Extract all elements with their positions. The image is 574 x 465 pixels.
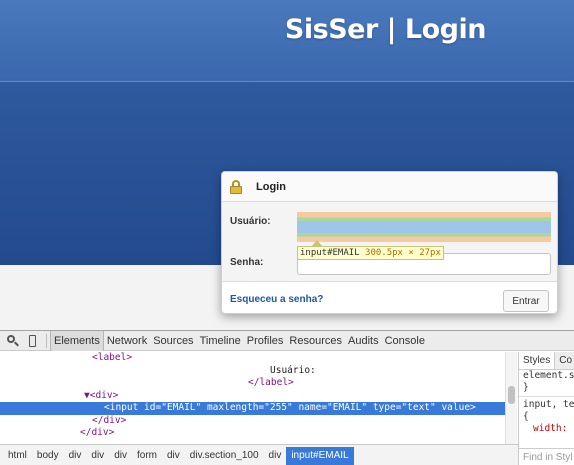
breadcrumb-item[interactable]: div (86, 447, 109, 465)
lock-icon (229, 179, 243, 194)
login-card-header: Login (222, 172, 557, 202)
dom-node[interactable]: </label> (0, 377, 505, 390)
breadcrumb-item[interactable]: div (162, 447, 185, 465)
toolbar-divider (46, 333, 47, 348)
dom-node[interactable]: ▼<div> (0, 390, 505, 403)
styles-tabs: Styles Co (519, 352, 574, 370)
breadcrumb-item[interactable]: div.section_100 (185, 447, 264, 465)
tab-sources[interactable]: Sources (150, 331, 196, 351)
dom-node[interactable]: Usuário: (0, 365, 505, 378)
tab-resources[interactable]: Resources (286, 331, 345, 351)
breadcrumb-item[interactable]: div (64, 447, 87, 465)
enter-button[interactable]: Entrar (503, 290, 549, 312)
style-rule-selector: input, te (523, 399, 574, 410)
device-mode-icon[interactable] (26, 334, 40, 348)
tab-audits[interactable]: Audits (345, 331, 382, 351)
inspect-tooltip: input#EMAIL 300.5px × 27px (297, 246, 444, 260)
inspect-element-icon[interactable] (6, 334, 20, 348)
styles-filter-input[interactable]: Find in Styl (519, 448, 574, 465)
scrollbar-thumb[interactable] (508, 386, 515, 404)
tab-console[interactable]: Console (382, 331, 428, 351)
devtools-toolbar: Elements Network Sources Timeline Profil… (0, 330, 574, 351)
breadcrumb-item[interactable]: div (264, 447, 287, 465)
login-card: Login Usuário: Senha: Esqueceu a senha? … (221, 171, 558, 314)
email-label: Usuário: (230, 216, 271, 227)
styles-pane: Styles Co element.s } input, te { width:… (518, 352, 574, 465)
dom-node-selected[interactable]: <input id="EMAIL" maxlength="255" name="… (0, 402, 505, 415)
breadcrumb: html body div div div form div div.secti… (0, 444, 518, 465)
devtools-panel: Elements Network Sources Timeline Profil… (0, 330, 574, 465)
tab-elements[interactable]: Elements (50, 330, 104, 351)
forgot-password-link[interactable]: Esqueceu a senha? (230, 294, 323, 305)
email-field[interactable] (297, 212, 551, 242)
style-rule-selector: element.s (523, 370, 574, 381)
breadcrumb-item-active[interactable]: input#EMAIL (286, 446, 354, 465)
style-rule-open: { (523, 411, 529, 422)
tab-styles[interactable]: Styles (519, 352, 556, 369)
style-rule-close: } (523, 382, 529, 393)
inspect-tooltip-selector: input#EMAIL (300, 248, 360, 258)
password-label: Senha: (230, 257, 264, 268)
dom-node[interactable]: </div> (0, 427, 505, 440)
style-rule-divider (519, 396, 574, 397)
dom-text-node: Usuário: (270, 364, 316, 376)
breadcrumb-item[interactable]: html (3, 447, 32, 465)
page-viewport: SisSer | Login Login Usuário: Senha: Esq… (0, 0, 574, 330)
login-card-title: Login (256, 180, 286, 193)
login-form: Usuário: Senha: (222, 202, 557, 282)
dom-tree: <label> Usuário: </label> ▼<div> <input … (0, 352, 505, 444)
page-title: SisSer | Login (284, 14, 487, 45)
tab-computed[interactable]: Co (555, 352, 574, 369)
breadcrumb-item[interactable]: div (109, 447, 132, 465)
tab-timeline[interactable]: Timeline (197, 331, 244, 351)
dom-node[interactable]: <label> (0, 352, 505, 365)
tab-network[interactable]: Network (104, 331, 150, 351)
style-property[interactable]: width: (519, 423, 574, 435)
inspect-tooltip-dims: 300.5px × 27px (365, 248, 441, 258)
breadcrumb-item[interactable]: body (32, 447, 64, 465)
dom-tree-scrollbar[interactable] (505, 352, 517, 444)
tab-profiles[interactable]: Profiles (244, 331, 287, 351)
dom-node[interactable]: </div> (0, 415, 505, 428)
breadcrumb-item[interactable]: form (132, 447, 162, 465)
